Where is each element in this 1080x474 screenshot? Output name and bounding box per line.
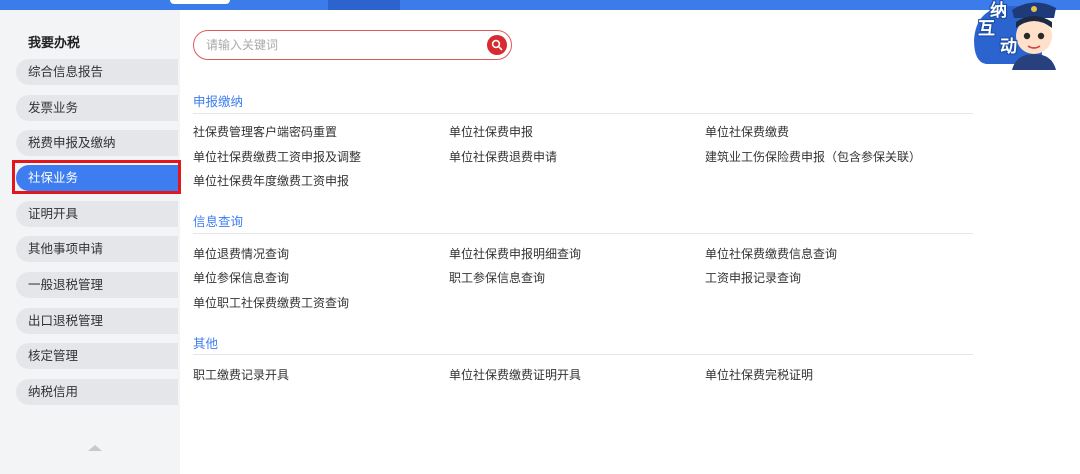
link-refund-query[interactable]: 单位退费情况查询 <box>193 245 289 262</box>
search-input[interactable] <box>206 36 476 54</box>
section-divider <box>193 233 973 234</box>
sidebar-item-export-refund[interactable]: 出口退税管理 <box>16 308 178 334</box>
section-divider <box>193 354 973 355</box>
sidebar-item-invoice[interactable]: 发票业务 <box>16 95 178 121</box>
top-nav-bar <box>0 0 1080 10</box>
scroll-up-icon[interactable] <box>88 445 102 451</box>
link-payment-info-query[interactable]: 单位社保费缴费信息查询 <box>705 245 837 262</box>
section-title-query: 信息查询 <box>193 214 244 229</box>
link-employee-insured-query[interactable]: 职工参保信息查询 <box>449 269 545 286</box>
link-payment-certificate[interactable]: 单位社保费缴费证明开具 <box>449 366 581 383</box>
sidebar-item-tax-refund[interactable]: 一般退税管理 <box>16 272 178 298</box>
link-unit-pay[interactable]: 单位社保费缴费 <box>705 123 789 140</box>
link-payment-record[interactable]: 职工缴费记录开具 <box>193 366 289 383</box>
nav-tab-active[interactable] <box>328 0 400 10</box>
section-divider <box>193 113 973 114</box>
link-wage-adjust[interactable]: 单位社保费缴费工资申报及调整 <box>193 148 361 165</box>
search-icon <box>491 39 503 51</box>
link-refund-apply[interactable]: 单位社保费退费申请 <box>449 148 557 165</box>
link-declare-detail-query[interactable]: 单位社保费申报明细查询 <box>449 245 581 262</box>
sidebar-item-other-requests[interactable]: 其他事项申请 <box>16 236 178 262</box>
link-construction-injury[interactable]: 建筑业工伤保险费申报（包含参保关联） <box>705 148 921 165</box>
section-title-other: 其他 <box>193 336 219 351</box>
link-password-reset[interactable]: 社保费管理客户端密码重置 <box>193 123 337 140</box>
link-wage-record-query[interactable]: 工资申报记录查询 <box>705 269 801 286</box>
interaction-mascot[interactable]: 纳 互 动 <box>972 0 1080 70</box>
link-tax-certificate[interactable]: 单位社保费完税证明 <box>705 366 813 383</box>
sidebar-item-tax-credit[interactable]: 纳税信用 <box>16 379 178 405</box>
sidebar-title: 我要办税 <box>28 36 81 51</box>
sidebar-item-tax-filing[interactable]: 税费申报及缴纳 <box>16 130 178 156</box>
active-item-highlight-frame <box>12 160 181 194</box>
link-unit-insured-query[interactable]: 单位参保信息查询 <box>193 269 289 286</box>
link-unit-declare[interactable]: 单位社保费申报 <box>449 123 533 140</box>
search-button[interactable] <box>487 35 507 55</box>
search-box <box>193 30 512 60</box>
nav-tab-partial[interactable] <box>170 0 230 4</box>
mascot-char: 互 <box>978 19 995 39</box>
sidebar-item-info-report[interactable]: 综合信息报告 <box>16 59 178 85</box>
section-title-filing: 申报缴纳 <box>193 94 244 109</box>
mascot-char: 动 <box>1000 37 1017 57</box>
link-annual-wage[interactable]: 单位社保费年度缴费工资申报 <box>193 172 349 189</box>
sidebar-item-assessment[interactable]: 核定管理 <box>16 343 178 369</box>
sidebar-item-certificate[interactable]: 证明开具 <box>16 201 178 227</box>
link-employee-wage-query[interactable]: 单位职工社保费缴费工资查询 <box>193 294 349 311</box>
